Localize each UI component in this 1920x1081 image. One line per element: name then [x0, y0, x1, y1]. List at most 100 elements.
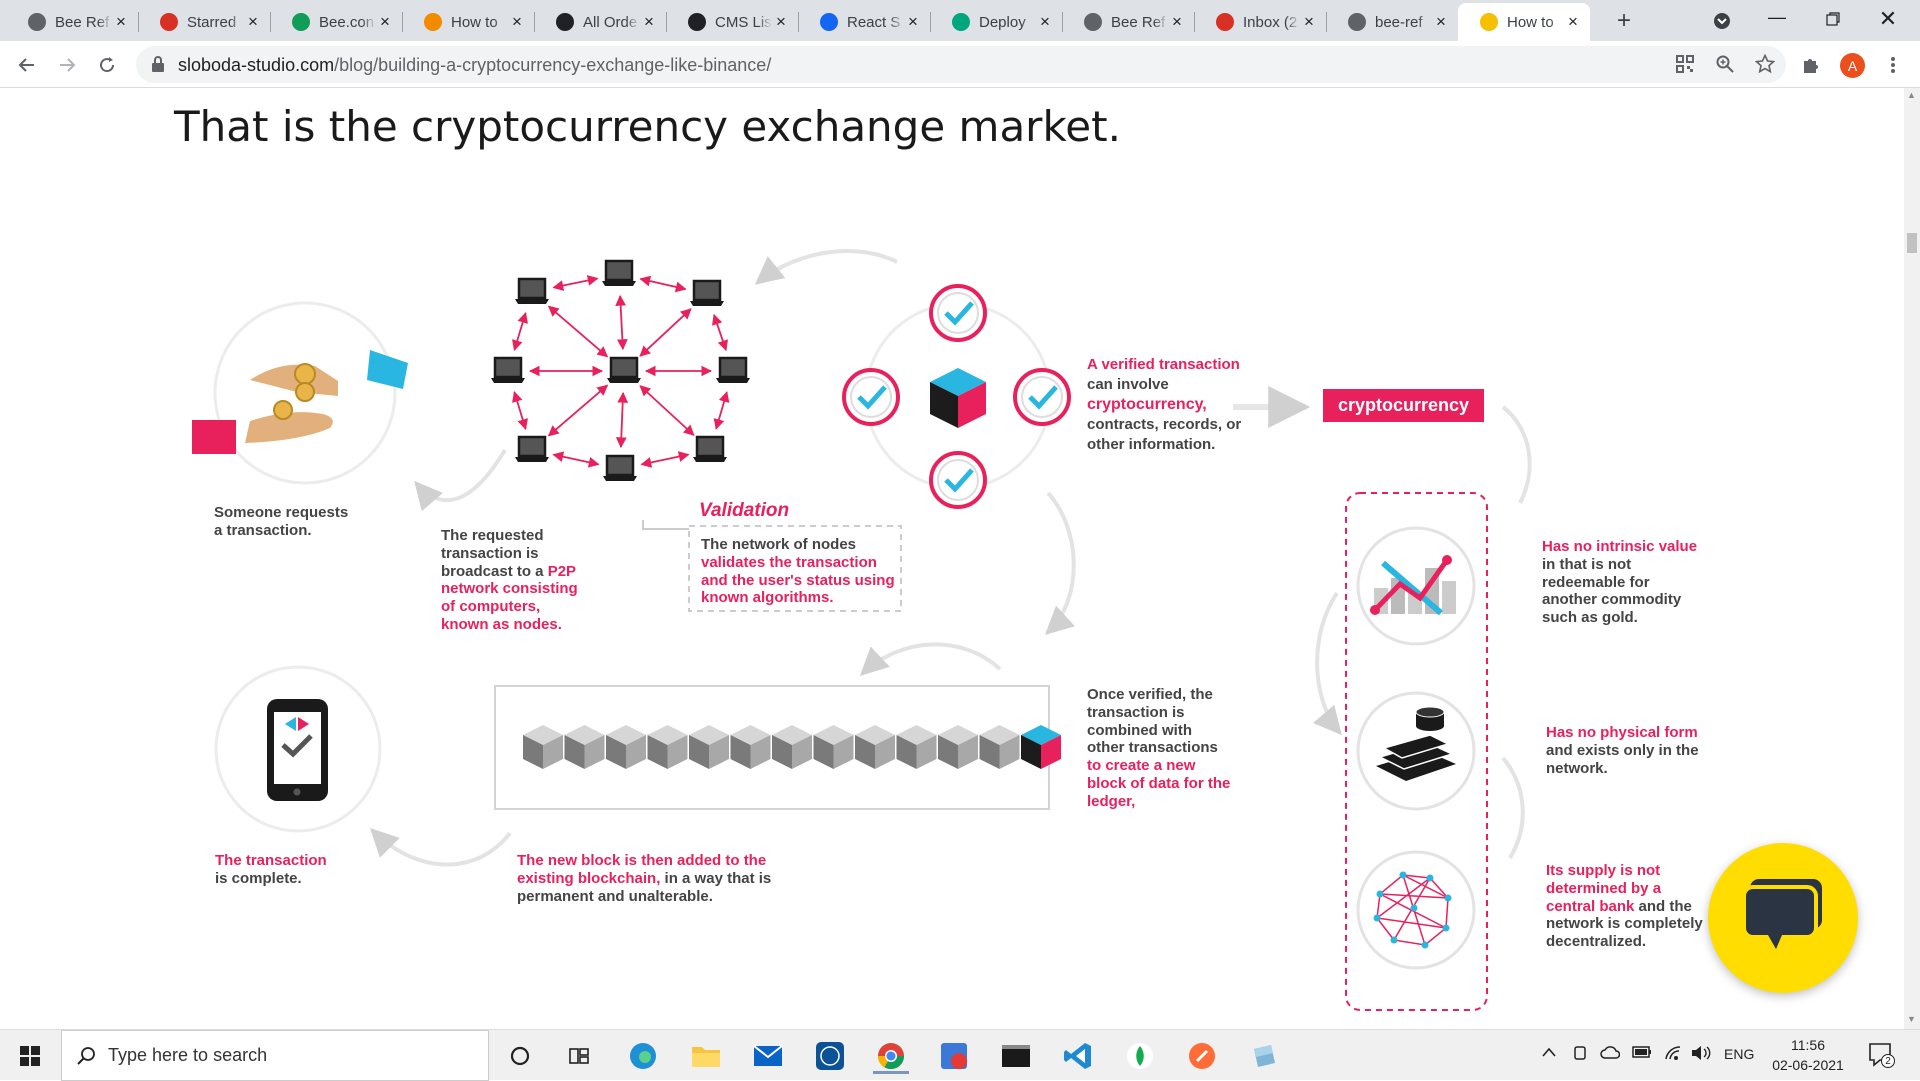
- taskbar-mongodb[interactable]: [1122, 1038, 1158, 1074]
- taskbar-search-box[interactable]: Type here to search: [61, 1030, 489, 1081]
- taskbar-dell[interactable]: [812, 1038, 848, 1074]
- browser-tab[interactable]: CMS Lis ×: [666, 3, 798, 41]
- notification-count: 2: [1881, 1054, 1895, 1068]
- language-indicator[interactable]: ENG: [1724, 1046, 1754, 1062]
- qr-icon: [1676, 55, 1694, 73]
- app-icon: [1254, 1045, 1275, 1067]
- address-bar[interactable]: sloboda-studio.com/blog/building-a-crypt…: [136, 46, 1786, 83]
- cortana-button[interactable]: [502, 1038, 538, 1074]
- close-tab-icon[interactable]: ×: [376, 12, 394, 32]
- close-tab-icon[interactable]: ×: [1168, 12, 1186, 32]
- tray-volume-icon[interactable]: [1691, 1045, 1711, 1065]
- show-hidden-icons[interactable]: [1542, 1044, 1556, 1061]
- browser-tab[interactable]: Starred ×: [138, 3, 270, 41]
- tab-search-button[interactable]: [1709, 8, 1735, 34]
- chat-widget-button[interactable]: [1708, 843, 1858, 993]
- tray-onedrive-icon[interactable]: [1600, 1045, 1621, 1063]
- taskbar-terminal[interactable]: [998, 1038, 1034, 1074]
- caption-physical-form: Has no physical form and exists only in …: [1546, 724, 1699, 777]
- task-view-button[interactable]: [562, 1038, 598, 1074]
- browser-tab[interactable]: Bee Ref ×: [1062, 3, 1194, 41]
- browser-tab[interactable]: How to ×: [402, 3, 534, 41]
- tray-device-icon[interactable]: [1572, 1045, 1588, 1065]
- laptop-node-icon: [602, 259, 636, 286]
- laptop-node-icon: [693, 435, 727, 462]
- new-tab-button[interactable]: +: [1611, 7, 1637, 34]
- restore-button[interactable]: [1820, 6, 1846, 32]
- url-text: sloboda-studio.com/blog/building-a-crypt…: [178, 55, 772, 75]
- close-tab-icon[interactable]: ×: [1036, 12, 1054, 32]
- menu-button[interactable]: [1880, 52, 1906, 78]
- checkmark-icon: [842, 368, 900, 426]
- close-tab-icon[interactable]: ×: [244, 12, 262, 32]
- scrollbar-thumb[interactable]: [1907, 233, 1917, 253]
- browser-tab[interactable]: Deploy ×: [930, 3, 1062, 41]
- close-window-button[interactable]: ✕: [1875, 6, 1901, 32]
- network-link: [547, 305, 609, 358]
- tab-title: How to: [451, 13, 498, 31]
- browser-tab[interactable]: How to ×: [1458, 3, 1590, 41]
- browser-tab[interactable]: Bee Ref ×: [6, 3, 138, 41]
- close-tab-icon[interactable]: ×: [640, 12, 658, 32]
- scroll-down-icon[interactable]: ▼: [1907, 1014, 1916, 1024]
- browser-tab[interactable]: Inbox (2 ×: [1194, 3, 1326, 41]
- taskbar-mail[interactable]: [750, 1038, 786, 1074]
- reload-button[interactable]: [94, 52, 120, 78]
- close-tab-icon[interactable]: ×: [1564, 12, 1582, 32]
- tab-title: React S: [847, 13, 901, 31]
- tab-title: Starred: [187, 13, 237, 31]
- browser-tab[interactable]: Bee.con ×: [270, 3, 402, 41]
- close-tab-icon[interactable]: ×: [1432, 12, 1450, 32]
- taskbar-app-blue[interactable]: [1246, 1038, 1282, 1074]
- start-button[interactable]: [12, 1038, 48, 1074]
- globe-icon: [1348, 13, 1366, 31]
- taskbar-file-explorer[interactable]: [688, 1038, 724, 1074]
- scroll-up-icon[interactable]: ▲: [1907, 90, 1916, 100]
- forward-button[interactable]: [54, 52, 80, 78]
- extensions-button[interactable]: [1798, 52, 1824, 78]
- minimize-button[interactable]: —: [1764, 4, 1790, 30]
- deploy-icon: [952, 13, 970, 31]
- zoom-button[interactable]: [1712, 51, 1738, 77]
- notification-center-button[interactable]: 2: [1868, 1042, 1895, 1072]
- network-link: [640, 451, 690, 468]
- taskbar-edge[interactable]: [625, 1038, 661, 1074]
- dell-icon: [816, 1042, 844, 1070]
- network-link: [552, 451, 600, 468]
- bookmark-button[interactable]: [1752, 51, 1778, 77]
- browser-tab[interactable]: React S ×: [798, 3, 930, 41]
- network-link: [547, 384, 609, 437]
- qr-code-button[interactable]: [1672, 51, 1698, 77]
- clock[interactable]: 11:56 02-06-2021: [1768, 1035, 1848, 1075]
- tray-wifi-icon[interactable]: [1664, 1045, 1682, 1065]
- network-link: [713, 391, 730, 430]
- tab-title: CMS Lis: [715, 13, 772, 31]
- close-tab-icon[interactable]: ×: [508, 12, 526, 32]
- phone-illustration: [214, 665, 382, 833]
- caption-once-verified: Once verified, the transaction is combin…: [1087, 686, 1231, 810]
- chevron-down-icon: [1714, 13, 1730, 29]
- device-icon: [1574, 1046, 1586, 1060]
- tab-title: Bee Ref: [1111, 13, 1166, 31]
- tray-battery-icon[interactable]: [1632, 1045, 1652, 1062]
- browser-tab[interactable]: All Orde ×: [534, 3, 666, 41]
- taskbar-app-red[interactable]: [936, 1038, 972, 1074]
- close-tab-icon[interactable]: ×: [904, 12, 922, 32]
- coin-stack-icon: [1356, 691, 1476, 811]
- edge-icon: [630, 1043, 656, 1069]
- tab-title: All Orde: [583, 13, 638, 31]
- profile-avatar[interactable]: A: [1840, 53, 1865, 78]
- page-scrollbar[interactable]: ▲ ▼: [1904, 88, 1920, 1029]
- star-icon: [1755, 54, 1775, 74]
- back-button[interactable]: [14, 52, 40, 78]
- taskbar-chrome[interactable]: [873, 1038, 909, 1074]
- browser-tab[interactable]: bee-ref ×: [1326, 3, 1458, 41]
- close-tab-icon[interactable]: ×: [772, 12, 790, 32]
- taskbar-postman[interactable]: [1184, 1038, 1220, 1074]
- mail-icon: [753, 1045, 783, 1066]
- chat-bubble-icon: [1742, 879, 1822, 949]
- close-tab-icon[interactable]: ×: [112, 12, 130, 32]
- close-tab-icon[interactable]: ×: [1300, 12, 1318, 32]
- taskbar-vscode[interactable]: [1060, 1038, 1096, 1074]
- arrow-right-icon: [60, 58, 76, 72]
